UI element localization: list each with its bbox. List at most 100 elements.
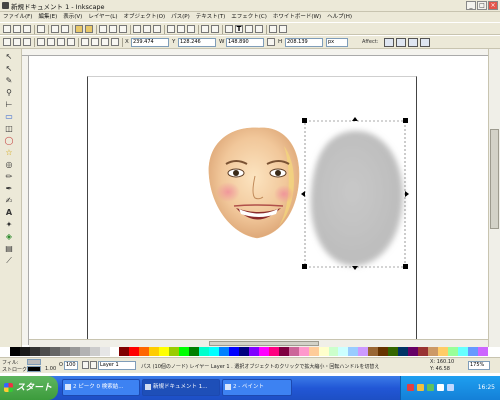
spray-icon[interactable]: ✦ — [2, 219, 16, 230]
selected-gray-shape[interactable] — [310, 130, 403, 266]
taskbar-item-inkscape[interactable]: 新規ドキュメント 1... — [142, 379, 220, 396]
3dbox-icon[interactable]: ◫ — [2, 123, 16, 134]
y-field[interactable]: 128.246 — [178, 38, 216, 47]
palette-swatch[interactable] — [79, 347, 90, 356]
ime-icon[interactable] — [447, 384, 454, 391]
text-icon[interactable]: A — [2, 207, 16, 218]
duplicate-icon[interactable] — [167, 25, 175, 33]
palette-swatch[interactable] — [19, 347, 30, 356]
affect-corners-icon[interactable] — [396, 38, 406, 47]
palette-swatch[interactable] — [149, 347, 160, 356]
horizontal-scroll-thumb[interactable] — [209, 341, 319, 346]
ungroup-icon[interactable] — [211, 25, 219, 33]
layer-lock-icon[interactable] — [90, 361, 97, 369]
update-icon[interactable] — [427, 384, 434, 391]
paste-icon[interactable] — [119, 25, 127, 33]
lock-ratio-icon[interactable] — [267, 38, 275, 46]
text-font-icon[interactable]: T — [235, 25, 243, 33]
flip-horizontal-icon[interactable] — [57, 38, 65, 46]
menu-path[interactable]: パス(P) — [168, 12, 193, 22]
face-drawing[interactable] — [208, 127, 300, 239]
dropper-icon[interactable]: ⟋ — [2, 255, 16, 266]
deselect-icon[interactable] — [23, 38, 31, 46]
palette-swatch[interactable] — [219, 347, 229, 356]
unlink-clone-icon[interactable] — [187, 25, 195, 33]
palette-swatch[interactable] — [248, 347, 259, 356]
palette-swatch[interactable] — [428, 347, 438, 356]
horizontal-ruler[interactable] — [22, 49, 488, 56]
palette-swatch[interactable] — [348, 347, 359, 356]
xml-editor-icon[interactable] — [245, 25, 253, 33]
maximize-button[interactable]: □ — [477, 1, 487, 10]
flip-vertical-icon[interactable] — [67, 38, 75, 46]
palette-swatch[interactable] — [418, 347, 429, 356]
palette-swatch[interactable] — [169, 347, 180, 356]
palette-swatch[interactable] — [109, 347, 120, 356]
palette-swatch[interactable] — [258, 347, 269, 356]
menu-text[interactable]: テキスト(T) — [193, 12, 229, 22]
menu-edit[interactable]: 編集(E) — [35, 12, 60, 22]
horizontal-scrollbar[interactable] — [29, 339, 488, 347]
raise-icon[interactable] — [91, 38, 99, 46]
document-properties-icon[interactable] — [279, 25, 287, 33]
palette-swatch[interactable] — [467, 347, 478, 356]
save-icon[interactable] — [23, 25, 31, 33]
palette-swatch[interactable] — [358, 347, 369, 356]
menu-object[interactable]: オブジェクト(O) — [121, 12, 169, 22]
menu-effects[interactable]: エフェクト(C) — [228, 12, 270, 22]
palette-swatch[interactable] — [139, 347, 150, 356]
minimize-button[interactable]: _ — [466, 1, 476, 10]
vertical-ruler[interactable] — [22, 56, 29, 345]
palette-swatch[interactable] — [408, 347, 419, 356]
ellipse-icon[interactable]: ◯ — [2, 135, 16, 146]
volume-icon[interactable] — [437, 384, 444, 391]
palette-swatch[interactable] — [278, 347, 289, 356]
palette-swatch[interactable] — [338, 347, 349, 356]
clone-icon[interactable] — [177, 25, 185, 33]
lower-icon[interactable] — [101, 38, 109, 46]
palette-swatch[interactable] — [89, 347, 100, 356]
spiral-icon[interactable]: ◎ — [2, 159, 16, 170]
stroke-swatch[interactable] — [27, 366, 41, 372]
palette-swatch[interactable] — [129, 347, 140, 356]
palette-swatch[interactable] — [119, 347, 130, 356]
measure-icon[interactable]: ⊢ — [2, 99, 16, 110]
palette-swatch[interactable] — [368, 347, 379, 356]
cut-icon[interactable] — [109, 25, 117, 33]
import-icon[interactable] — [51, 25, 59, 33]
zoom-page-icon[interactable] — [153, 25, 161, 33]
palette-swatch[interactable] — [69, 347, 80, 356]
palette-swatch[interactable] — [398, 347, 409, 356]
affect-patterns-icon[interactable] — [420, 38, 430, 47]
palette-swatch[interactable] — [388, 347, 399, 356]
export-icon[interactable] — [61, 25, 69, 33]
palette-swatch[interactable] — [29, 347, 40, 356]
vertical-scroll-thumb[interactable] — [490, 129, 499, 229]
vertical-scrollbar[interactable] — [488, 49, 500, 347]
align-distribute-icon[interactable] — [255, 25, 263, 33]
group-icon[interactable] — [201, 25, 209, 33]
layer-select[interactable]: Layer 1 — [98, 361, 136, 370]
pen-icon[interactable]: ✒ — [2, 183, 16, 194]
menu-help[interactable]: ヘルプ(H) — [324, 12, 355, 22]
palette-swatch[interactable] — [238, 347, 249, 356]
palette-swatch[interactable] — [10, 347, 20, 356]
bucket-icon[interactable]: ◈ — [2, 231, 16, 242]
zoom-drawing-icon[interactable] — [143, 25, 151, 33]
undo-icon[interactable] — [75, 25, 83, 33]
palette-swatch[interactable] — [99, 347, 110, 356]
palette-swatch[interactable] — [477, 347, 488, 356]
palette-swatch[interactable] — [189, 347, 200, 356]
palette-swatch[interactable] — [179, 347, 190, 356]
rotate-cw-icon[interactable] — [47, 38, 55, 46]
palette-swatch[interactable] — [268, 347, 279, 356]
zoom-field[interactable]: 175% — [468, 361, 490, 370]
unit-select[interactable]: px — [326, 38, 348, 47]
palette-swatch[interactable] — [318, 347, 329, 356]
preferences-icon[interactable] — [269, 25, 277, 33]
opacity-field[interactable]: 100 — [64, 361, 78, 370]
raise-to-top-icon[interactable] — [81, 38, 89, 46]
network-icon[interactable] — [417, 384, 424, 391]
palette-swatch[interactable] — [159, 347, 170, 356]
print-icon[interactable] — [37, 25, 45, 33]
